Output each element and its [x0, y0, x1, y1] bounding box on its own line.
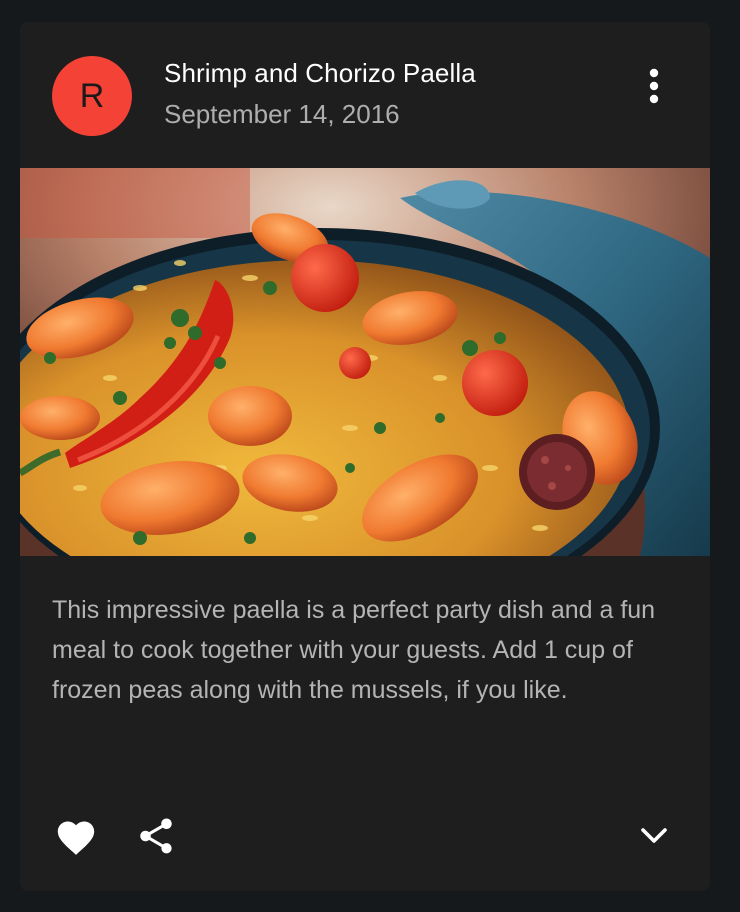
card-description: This impressive paella is a perfect part… [52, 596, 656, 704]
recipe-card: R Shrimp and Chorizo Paella September 14… [20, 22, 710, 891]
card-header: R Shrimp and Chorizo Paella September 14… [20, 22, 710, 168]
avatar: R [52, 56, 132, 136]
expand-button[interactable] [626, 808, 682, 864]
heart-icon [57, 821, 95, 855]
chevron-down-icon [641, 828, 667, 843]
card-image [20, 168, 710, 556]
more-options-button[interactable] [632, 64, 676, 108]
favorite-button[interactable] [48, 808, 104, 864]
share-button[interactable] [128, 808, 184, 864]
share-icon [140, 818, 172, 854]
more-vert-icon [649, 68, 659, 104]
card-title: Shrimp and Chorizo Paella [164, 58, 476, 88]
card-date: September 14, 2016 [164, 99, 400, 129]
card-actions [20, 802, 710, 874]
